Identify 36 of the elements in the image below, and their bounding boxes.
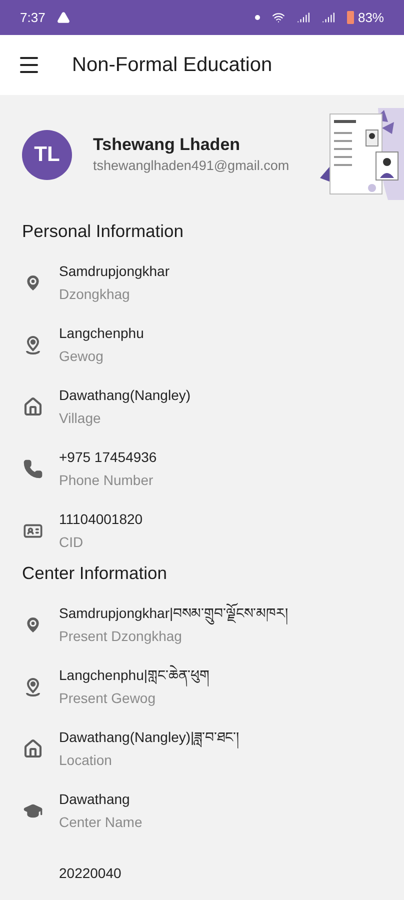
field-label: Present Dzongkhag bbox=[59, 627, 183, 646]
field-label: Center Name bbox=[59, 813, 142, 832]
field-label: Gewog bbox=[59, 347, 104, 366]
field-value: Dawathang(Nangley) bbox=[59, 386, 191, 405]
profile-email: tshewanglhaden491@gmail.com bbox=[93, 157, 290, 175]
field-label: CID bbox=[59, 533, 84, 552]
field-value: 20220040 bbox=[59, 864, 122, 882]
person-pin-icon bbox=[24, 335, 42, 355]
field-value: Langchenphu bbox=[59, 324, 144, 343]
section-title: Personal Information bbox=[21, 220, 184, 242]
field-value: +975 17454936 bbox=[59, 448, 157, 467]
signal-icon bbox=[296, 11, 310, 24]
field-value: Samdrupjongkhar|བསམ་གྲུབ་ལྗོངས་མཁར། bbox=[59, 602, 288, 625]
house-icon bbox=[23, 397, 43, 417]
field-value: Dawathang(Nangley)|ཟླ་བ་ཐང་། bbox=[59, 726, 240, 749]
phone-icon bbox=[23, 459, 43, 479]
house-icon bbox=[23, 739, 43, 759]
field-label: Village bbox=[59, 409, 102, 428]
signal-icon bbox=[322, 11, 335, 24]
section-title: Center Information bbox=[21, 562, 168, 584]
field-label: Dzongkhag bbox=[59, 285, 131, 304]
field-label: Location bbox=[59, 751, 113, 770]
field-value: Dawathang bbox=[59, 790, 131, 809]
app-title: Non-Formal Education bbox=[72, 53, 272, 78]
warning-icon bbox=[57, 11, 70, 24]
person-pin-icon bbox=[24, 677, 42, 697]
field-value: Samdrupjongkhar bbox=[59, 262, 170, 281]
field-label: Phone Number bbox=[59, 471, 154, 490]
profile-name: Tshewang Lhaden bbox=[93, 134, 242, 156]
battery-icon bbox=[346, 11, 354, 24]
field-value: Langchenphu|གླང་ཆེན་ཕུག bbox=[59, 664, 210, 687]
battery-level: 83% bbox=[358, 8, 384, 27]
field-value: 11104001820 bbox=[59, 510, 143, 529]
avatar: TL bbox=[22, 130, 72, 180]
field-label: Present Gewog bbox=[59, 689, 156, 708]
status-time: 7:37 bbox=[20, 8, 46, 27]
